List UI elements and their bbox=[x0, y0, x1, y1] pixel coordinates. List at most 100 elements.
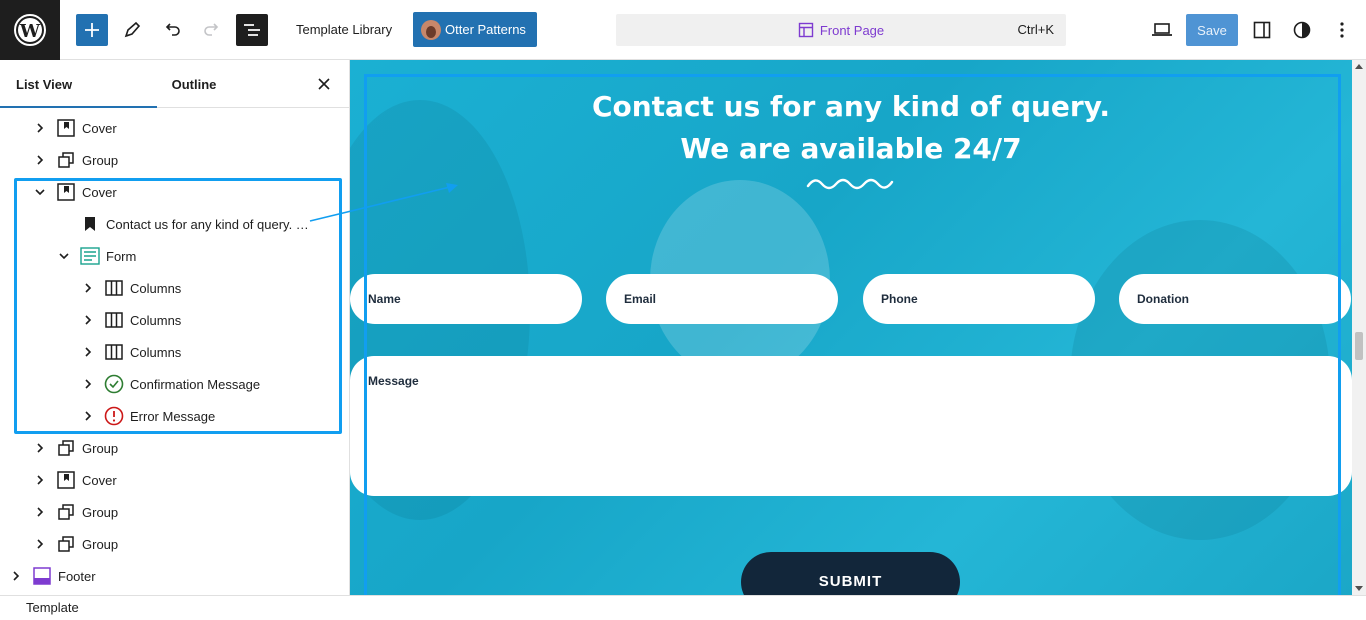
group-icon bbox=[56, 534, 76, 554]
desktop-preview-icon[interactable] bbox=[1146, 14, 1178, 46]
chevron-right-icon[interactable] bbox=[80, 344, 96, 360]
list-view-toggle-button[interactable] bbox=[236, 14, 268, 46]
pencil-icon[interactable] bbox=[116, 14, 148, 46]
email-field[interactable]: Email bbox=[606, 274, 838, 324]
list-item-confirmation-message[interactable]: Confirmation Message bbox=[80, 368, 260, 400]
otter-patterns-label: Otter Patterns bbox=[445, 22, 526, 37]
check-circle-icon bbox=[104, 374, 124, 394]
otter-patterns-button[interactable]: Otter Patterns bbox=[413, 12, 537, 47]
donation-field[interactable]: Donation bbox=[1119, 274, 1351, 324]
list-item-columns[interactable]: Columns bbox=[80, 272, 181, 304]
columns-icon bbox=[104, 278, 124, 298]
scroll-down-arrow-icon[interactable] bbox=[1355, 586, 1363, 591]
list-item-cover[interactable]: Cover bbox=[32, 112, 117, 144]
list-item-label: Form bbox=[106, 248, 137, 264]
list-item-group[interactable]: Group bbox=[32, 432, 118, 464]
editor-canvas[interactable]: Contact us for any kind of query. We are… bbox=[350, 60, 1352, 595]
list-item-label: Cover bbox=[82, 120, 117, 136]
command-shortcut: Ctrl+K bbox=[1017, 22, 1054, 37]
list-item-cover[interactable]: Cover bbox=[32, 464, 117, 496]
wordpress-logo-icon[interactable]: W bbox=[0, 0, 60, 60]
cover-icon bbox=[56, 182, 76, 202]
chevron-right-icon[interactable] bbox=[32, 152, 48, 168]
chevron-right-icon[interactable] bbox=[80, 376, 96, 392]
chevron-right-icon[interactable] bbox=[80, 280, 96, 296]
submit-button[interactable]: SUBMIT bbox=[741, 552, 960, 595]
heading-bookmark-icon bbox=[80, 214, 100, 234]
tab-outline[interactable]: Outline bbox=[157, 60, 231, 108]
list-item-label: Group bbox=[82, 152, 119, 168]
list-item-error-message[interactable]: Error Message bbox=[80, 400, 215, 432]
group-icon bbox=[56, 438, 76, 458]
document-title: Front Page bbox=[819, 22, 885, 38]
scroll-thumb[interactable] bbox=[1355, 332, 1363, 360]
chevron-right-icon[interactable] bbox=[32, 440, 48, 456]
columns-icon bbox=[104, 310, 124, 330]
scroll-up-arrow-icon[interactable] bbox=[1355, 64, 1363, 69]
list-view-sidebar: List View Outline Cover Group Cover Cont… bbox=[0, 60, 350, 595]
list-item-label: Footer bbox=[58, 568, 96, 584]
settings-sidebar-icon[interactable] bbox=[1246, 14, 1278, 46]
canvas-scrollbar[interactable] bbox=[1352, 60, 1366, 595]
list-item-heading[interactable]: Contact us for any kind of query. … bbox=[56, 208, 309, 240]
contact-heading[interactable]: Contact us for any kind of query. We are… bbox=[350, 86, 1352, 170]
list-item-label: Confirmation Message bbox=[130, 376, 261, 392]
template-library-button[interactable]: Template Library bbox=[284, 14, 404, 46]
add-block-button[interactable] bbox=[76, 14, 108, 46]
squiggle-divider-icon bbox=[806, 178, 894, 190]
phone-field[interactable]: Phone bbox=[863, 274, 1095, 324]
template-layout-icon bbox=[798, 22, 814, 38]
chevron-down-icon[interactable] bbox=[56, 248, 72, 264]
otter-avatar-icon bbox=[421, 19, 441, 40]
list-item-group[interactable]: Group bbox=[32, 496, 118, 528]
list-item-group[interactable]: Group bbox=[32, 144, 118, 176]
save-button[interactable]: Save bbox=[1186, 14, 1238, 46]
footer-icon bbox=[32, 566, 52, 586]
list-item-label: Contact us for any kind of query. … bbox=[106, 216, 309, 232]
list-item-footer[interactable]: Footer bbox=[8, 560, 96, 592]
undo-icon[interactable] bbox=[156, 14, 188, 46]
list-item-form[interactable]: Form bbox=[56, 240, 136, 272]
more-options-icon[interactable] bbox=[1326, 14, 1358, 46]
close-icon[interactable] bbox=[312, 72, 336, 96]
list-item-columns[interactable]: Columns bbox=[80, 304, 181, 336]
chevron-right-icon[interactable] bbox=[8, 568, 24, 584]
chevron-down-icon[interactable] bbox=[32, 184, 48, 200]
styles-half-circle-icon[interactable] bbox=[1286, 14, 1318, 46]
list-item-label: Cover bbox=[82, 184, 117, 200]
list-item-label: Group bbox=[82, 504, 119, 520]
error-circle-icon bbox=[104, 406, 124, 426]
message-textarea[interactable]: Message bbox=[350, 356, 1352, 496]
list-item-label: Columns bbox=[130, 344, 182, 360]
tab-list-view[interactable]: List View bbox=[0, 60, 157, 108]
command-palette-button[interactable]: Front Page Ctrl+K bbox=[616, 14, 1066, 46]
redo-icon[interactable] bbox=[196, 14, 228, 46]
list-item-label: Error Message bbox=[130, 408, 216, 424]
chevron-right-icon[interactable] bbox=[32, 536, 48, 552]
group-icon bbox=[56, 150, 76, 170]
breadcrumb-template[interactable]: Template bbox=[26, 600, 79, 615]
list-item-group[interactable]: Group bbox=[32, 528, 118, 560]
svg-text:W: W bbox=[19, 21, 41, 42]
sidebar-tabs: List View Outline bbox=[0, 60, 349, 108]
chevron-right-icon[interactable] bbox=[32, 472, 48, 488]
group-icon bbox=[56, 502, 76, 522]
top-toolbar: W Template Library Otter Patterns Front … bbox=[0, 0, 1366, 60]
chevron-right-icon[interactable] bbox=[32, 120, 48, 136]
list-item-label: Group bbox=[82, 440, 119, 456]
list-item-label: Columns bbox=[130, 312, 182, 328]
cover-icon bbox=[56, 470, 76, 490]
list-item-label: Columns bbox=[130, 280, 182, 296]
list-item-columns[interactable]: Columns bbox=[80, 336, 181, 368]
chevron-right-icon[interactable] bbox=[80, 312, 96, 328]
list-item-label: Group bbox=[82, 536, 119, 552]
name-field[interactable]: Name bbox=[350, 274, 582, 324]
block-breadcrumb-bar: Template bbox=[0, 595, 1366, 620]
chevron-right-icon[interactable] bbox=[80, 408, 96, 424]
list-item-cover-expanded[interactable]: Cover bbox=[32, 176, 117, 208]
list-item-label: Cover bbox=[82, 472, 117, 488]
columns-icon bbox=[104, 342, 124, 362]
chevron-right-icon[interactable] bbox=[32, 504, 48, 520]
form-icon bbox=[80, 246, 100, 266]
cover-icon bbox=[56, 118, 76, 138]
